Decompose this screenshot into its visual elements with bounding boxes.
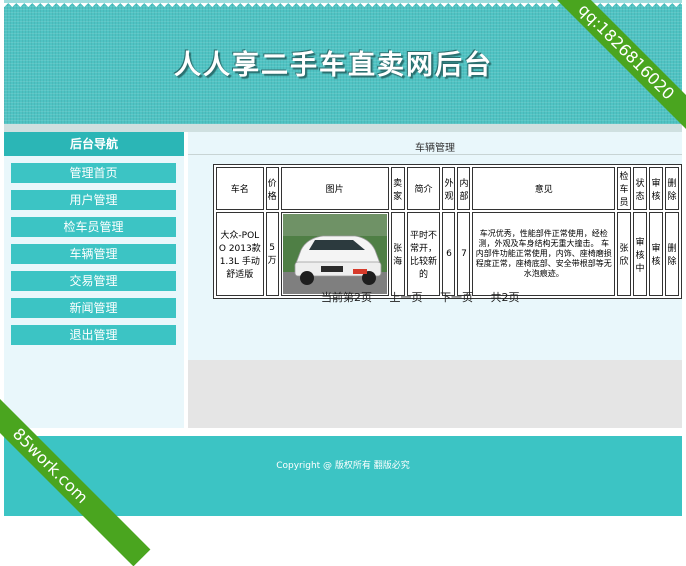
title-divider <box>188 154 682 155</box>
sidebar-item-news[interactable]: 新闻管理 <box>11 298 176 318</box>
table-row: 大众-POLO 2013款 1.3L 手动舒适版 5万 张海 平时不常开，比较新… <box>216 212 679 296</box>
car-image-icon <box>282 214 387 294</box>
main-panel: 车辆管理 车名 价格 图片 卖家 简介 外观 内部 意见 检车员 状态 审核 删… <box>188 132 682 360</box>
delete-link[interactable]: 删除 <box>664 212 679 296</box>
cell-intro: 平时不常开，比较新的 <box>406 212 441 296</box>
cell-inspector: 张欣 <box>617 212 631 296</box>
col-header-intro: 简介 <box>406 167 441 210</box>
col-header-image: 图片 <box>280 167 389 210</box>
cell-price: 5万 <box>265 212 279 296</box>
pager-total: 共2页 <box>490 291 520 304</box>
table-header-row: 车名 价格 图片 卖家 简介 外观 内部 意见 检车员 状态 审核 删除 <box>216 167 679 210</box>
col-header-interior: 内部 <box>457 167 471 210</box>
site-title: 人人享二手车直卖网后台 <box>174 50 493 81</box>
col-header-review: 审核 <box>648 167 663 210</box>
header-divider <box>4 124 682 132</box>
sidebar-item-trades[interactable]: 交易管理 <box>11 271 176 291</box>
col-header-seller: 卖家 <box>390 167 405 210</box>
cell-seller: 张海 <box>390 212 405 296</box>
cell-name: 大众-POLO 2013款 1.3L 手动舒适版 <box>216 212 264 296</box>
vehicle-table: 车名 价格 图片 卖家 简介 外观 内部 意见 检车员 状态 审核 删除 大众-… <box>213 164 682 299</box>
copyright-text: Copyright @ 版权所有 翻版必究 <box>276 461 410 471</box>
pager-prev-link[interactable]: 上一页 <box>390 291 423 304</box>
pager-current: 当前第2页 <box>321 291 372 304</box>
pagination: 当前第2页 上一页 下一页 共2页 <box>321 289 534 305</box>
sidebar-title: 后台导航 <box>4 132 184 156</box>
sidebar: 后台导航 管理首页 用户管理 检车员管理 车辆管理 交易管理 新闻管理 退出管理 <box>4 132 184 428</box>
cell-status: 审核中 <box>632 212 647 296</box>
col-header-opinion: 意见 <box>472 167 615 210</box>
sidebar-item-users[interactable]: 用户管理 <box>11 190 176 210</box>
col-header-inspector: 检车员 <box>617 167 631 210</box>
sidebar-item-home[interactable]: 管理首页 <box>11 163 176 183</box>
cell-interior: 7 <box>457 212 471 296</box>
page-title: 车辆管理 <box>415 143 455 154</box>
sidebar-item-inspectors[interactable]: 检车员管理 <box>11 217 176 237</box>
col-header-name: 车名 <box>216 167 264 210</box>
col-header-status: 状态 <box>632 167 647 210</box>
content-filler <box>188 360 682 428</box>
col-header-delete: 删除 <box>664 167 679 210</box>
col-header-price: 价格 <box>265 167 279 210</box>
car-photo <box>282 214 387 294</box>
cell-opinion: 车况优秀，性能部件正常使用，经检测，外观及车身结构无重大撞击。 车内部件功能正常… <box>472 212 615 296</box>
cell-exterior: 6 <box>442 212 456 296</box>
review-link[interactable]: 审核 <box>648 212 663 296</box>
pager-next-link[interactable]: 下一页 <box>440 291 473 304</box>
sidebar-item-vehicles[interactable]: 车辆管理 <box>11 244 176 264</box>
col-header-exterior: 外观 <box>442 167 456 210</box>
sidebar-item-logout[interactable]: 退出管理 <box>11 325 176 345</box>
cell-image <box>280 212 389 296</box>
